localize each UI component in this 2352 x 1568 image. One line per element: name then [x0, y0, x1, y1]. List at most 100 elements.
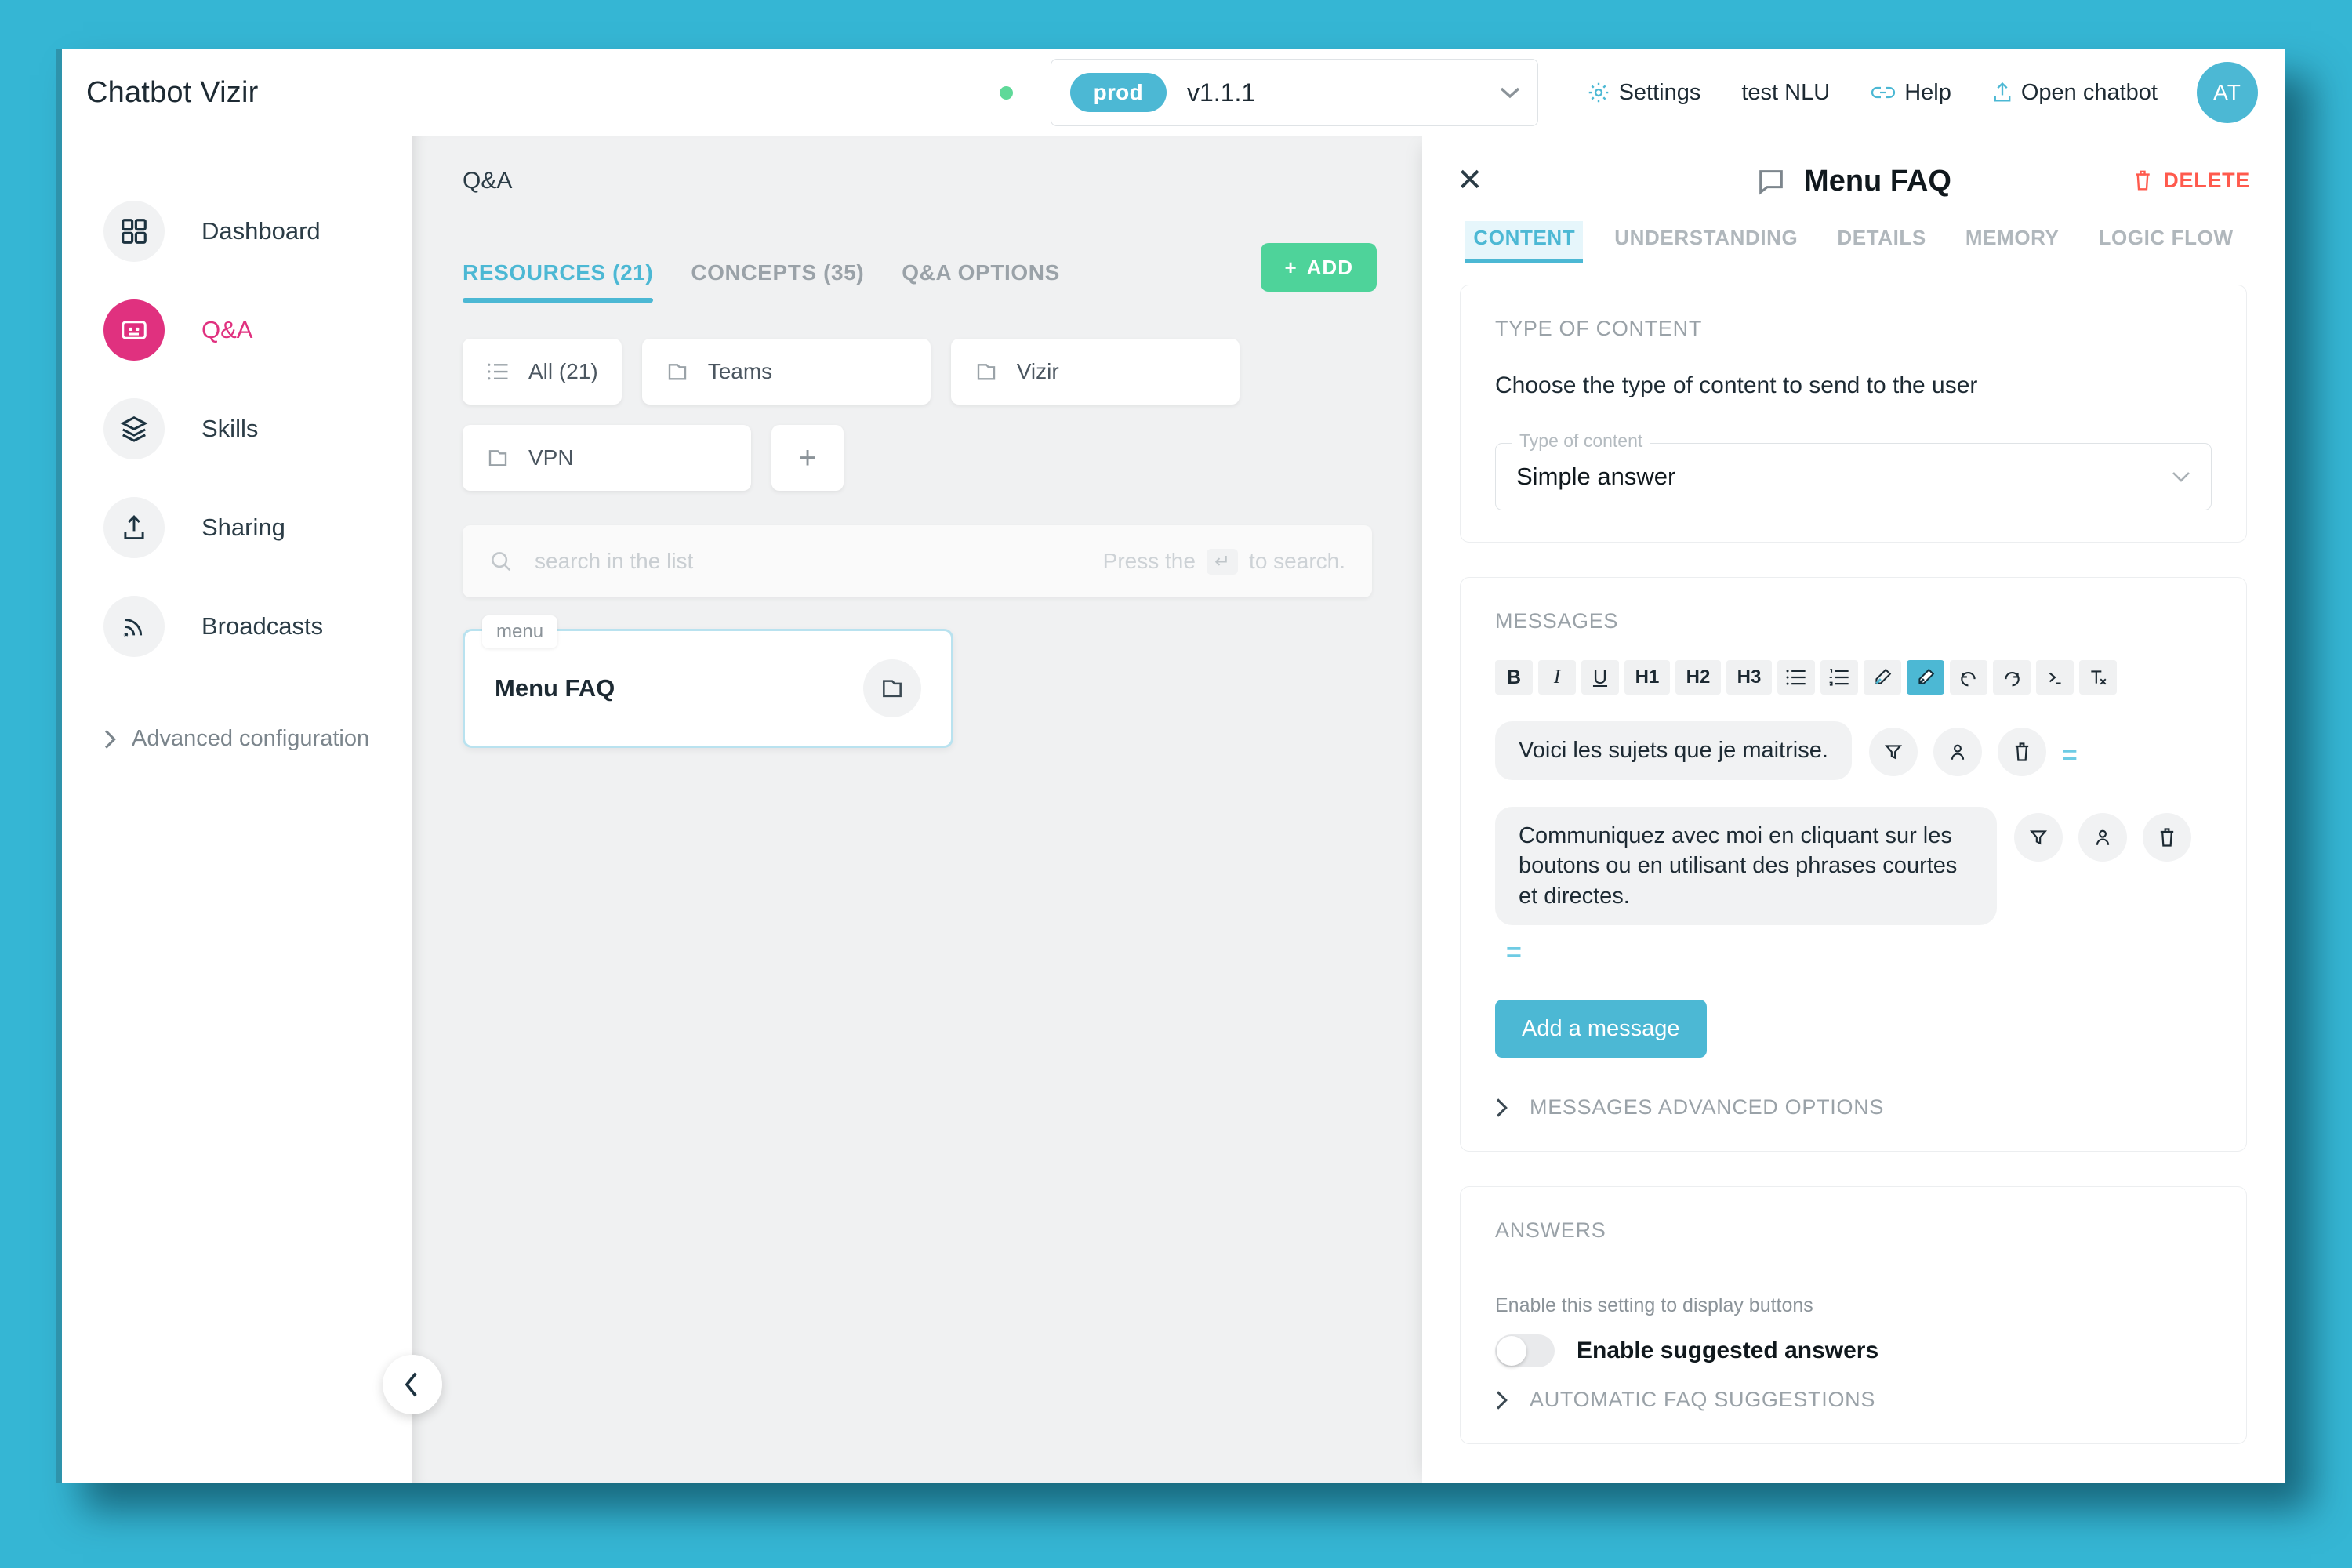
enable-suggested-answers-toggle[interactable]	[1495, 1334, 1555, 1368]
sidebar-item-dashboard[interactable]: Dashboard	[56, 182, 412, 281]
code-icon[interactable]	[2036, 660, 2074, 695]
pen-icon[interactable]	[1864, 660, 1901, 695]
tab-details[interactable]: DETAILS	[1829, 221, 1934, 263]
avatar[interactable]: AT	[2197, 62, 2258, 123]
user-icon[interactable]	[2078, 812, 2127, 862]
settings-button[interactable]: Settings	[1566, 80, 1722, 106]
underline-icon[interactable]: U	[1581, 660, 1619, 695]
redo-icon[interactable]	[1993, 660, 2031, 695]
enable-suggested-answers-label: Enable suggested answers	[1577, 1338, 1879, 1364]
breadcrumb: Q&A	[463, 168, 513, 194]
message-text[interactable]: Voici les sujets que je maitrise.	[1495, 721, 1852, 780]
trash-icon[interactable]	[1997, 728, 2046, 776]
collapse-sidebar-button[interactable]	[383, 1355, 442, 1414]
rich-text-toolbar: B I U H1 H2 H3	[1495, 660, 2212, 695]
tab-concepts[interactable]: CONCEPTS (35)	[691, 260, 864, 303]
numbered-list-icon[interactable]	[1820, 660, 1858, 695]
section-description: Choose the type of content to send to th…	[1495, 372, 1978, 398]
trash-icon	[2132, 169, 2153, 192]
folder-icon	[666, 360, 689, 383]
messages-advanced-options-toggle[interactable]: MESSAGES ADVANCED OPTIONS	[1495, 1095, 2212, 1120]
sidebar-item-qa[interactable]: Q&A	[56, 281, 412, 379]
search-input[interactable]: search in the list Press the ↵ to search…	[463, 525, 1372, 597]
chip-label: VPN	[528, 445, 574, 470]
filter-icon[interactable]	[2014, 812, 2063, 862]
search-icon	[489, 550, 513, 573]
grid-icon	[103, 201, 165, 262]
env-badge: prod	[1069, 73, 1167, 112]
sidebar-item-label: Q&A	[201, 316, 253, 343]
chevron-right-icon	[1495, 1390, 1509, 1410]
list-item[interactable]: menu Menu FAQ	[463, 615, 953, 748]
user-icon[interactable]	[1933, 728, 1982, 776]
page-title: Menu FAQ	[1804, 165, 1951, 198]
type-of-content-select[interactable]: Type of content Simple answer	[1495, 430, 2212, 510]
drag-handle[interactable]: =	[1506, 938, 1997, 968]
bold-icon[interactable]: B	[1495, 660, 1533, 695]
advanced-configuration-toggle[interactable]: Advanced configuration	[103, 726, 412, 752]
tab-logic-flow[interactable]: LOGIC FLOW	[2091, 221, 2241, 263]
message-text[interactable]: Communiquez avec moi en cliquant sur les…	[1495, 806, 1997, 926]
upload-icon	[1992, 81, 2013, 104]
heading-3-icon[interactable]: H3	[1726, 660, 1772, 695]
plus-icon: +	[1284, 255, 1298, 279]
status-dot	[999, 85, 1013, 100]
sidebar-item-broadcasts[interactable]: Broadcasts	[56, 577, 412, 676]
selected-value: Simple answer	[1516, 463, 1676, 490]
chip-all[interactable]: All (21)	[463, 339, 622, 405]
clear-format-icon[interactable]	[2079, 660, 2117, 695]
chip-teams[interactable]: Teams	[641, 339, 931, 405]
tab-resources[interactable]: RESOURCES (21)	[463, 260, 654, 303]
tab-understanding[interactable]: UNDERSTANDING	[1606, 221, 1806, 263]
toggle-knob	[1497, 1336, 1526, 1367]
add-folder-chip[interactable]: +	[771, 425, 844, 491]
sidebar-item-label: Broadcasts	[201, 612, 324, 640]
tab-content[interactable]: CONTENT	[1465, 221, 1584, 263]
filter-icon[interactable]	[1868, 728, 1918, 776]
folder-icon[interactable]	[863, 659, 921, 717]
heading-2-icon[interactable]: H2	[1675, 660, 1721, 695]
heading-1-icon[interactable]: H1	[1624, 660, 1670, 695]
highlight-pen-icon[interactable]	[1907, 660, 1944, 695]
add-button[interactable]: + ADD	[1261, 243, 1377, 292]
sidebar-item-label: Skills	[201, 415, 259, 442]
chevron-down-icon	[2172, 471, 2190, 483]
sidebar-item-skills[interactable]: Skills	[56, 379, 412, 478]
sidebar: Dashboard Q&A Skills Sharing Broadcasts …	[56, 136, 412, 1483]
plus-icon: +	[798, 441, 817, 475]
help-button[interactable]: Help	[1850, 80, 1972, 106]
drag-handle[interactable]: =	[2062, 741, 2078, 768]
sidebar-item-sharing[interactable]: Sharing	[56, 478, 412, 577]
delete-button[interactable]: DELETE	[2132, 169, 2250, 193]
app-window: Chatbot Vizir prod v1.1.1 Settings test …	[56, 49, 2285, 1483]
section-title: MESSAGES	[1495, 609, 1619, 633]
trash-icon[interactable]	[2143, 812, 2191, 862]
chip-vpn[interactable]: VPN	[463, 425, 751, 491]
automatic-faq-suggestions-toggle[interactable]: AUTOMATIC FAQ SUGGESTIONS	[1495, 1388, 2212, 1412]
chip-vizir[interactable]: Vizir	[950, 339, 1240, 405]
tab-qa-options[interactable]: Q&A OPTIONS	[902, 260, 1060, 303]
detail-header: ✕ Menu FAQ DELETE	[1422, 136, 2285, 198]
italic-icon[interactable]: I	[1538, 660, 1576, 695]
top-bar: Chatbot Vizir prod v1.1.1 Settings test …	[56, 49, 2285, 136]
version-select[interactable]: prod v1.1.1	[1050, 59, 1538, 126]
test-nlu-label: test NLU	[1741, 79, 1831, 105]
desktop-background: Chatbot Vizir prod v1.1.1 Settings test …	[0, 0, 2352, 1568]
bulleted-list-icon[interactable]	[1777, 660, 1815, 695]
delete-label: DELETE	[2163, 168, 2250, 192]
chip-label: Teams	[707, 359, 773, 383]
link-icon	[1871, 83, 1896, 102]
chevron-right-icon	[1495, 1098, 1509, 1118]
automatic-faq-suggestions-label: AUTOMATIC FAQ SUGGESTIONS	[1530, 1388, 1876, 1412]
section-title: ANSWERS	[1495, 1218, 1606, 1243]
add-message-button[interactable]: Add a message	[1495, 1000, 1707, 1058]
suggested-answers-row: Enable suggested answers	[1495, 1334, 2212, 1368]
folder-filter-chips: All (21) Teams Vizir VPN +	[412, 303, 1422, 491]
close-icon[interactable]: ✕	[1457, 165, 1483, 196]
undo-icon[interactable]	[1950, 660, 1987, 695]
test-nlu-button[interactable]: test NLU	[1721, 80, 1850, 106]
open-chatbot-button[interactable]: Open chatbot	[1972, 80, 2178, 106]
tab-memory[interactable]: MEMORY	[1958, 221, 2067, 263]
field-legend: Type of content	[1512, 430, 1651, 452]
open-chatbot-label: Open chatbot	[2020, 79, 2158, 105]
